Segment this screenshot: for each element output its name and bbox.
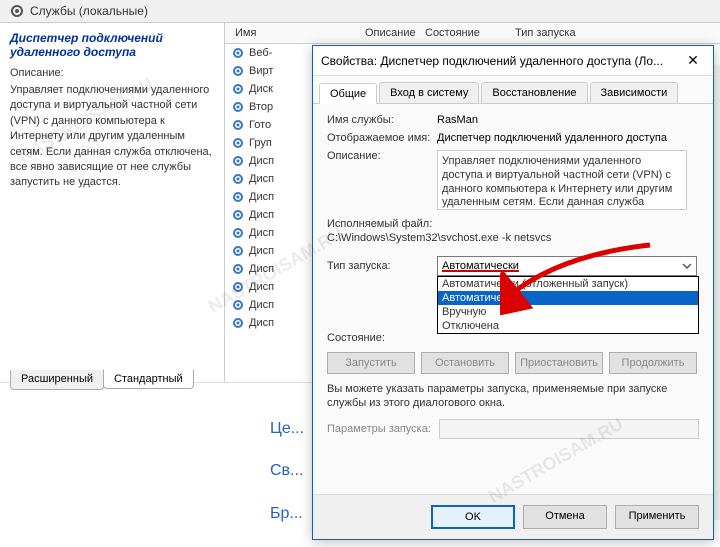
dialog-body: Имя службы: RasMan Отображаемое имя: Дис… (313, 104, 713, 449)
option-auto-delayed[interactable]: Автоматически (отложенный запуск) (438, 277, 698, 291)
gear-icon (231, 172, 245, 186)
service-name: Дисп (249, 173, 274, 185)
gear-icon (231, 82, 245, 96)
gear-icon (231, 190, 245, 204)
gear-icon (10, 4, 24, 18)
service-name: Дисп (249, 191, 274, 203)
startup-params-note: Вы можете указать параметры запуска, при… (327, 382, 699, 411)
service-name: Веб- (249, 47, 272, 59)
gear-icon (231, 136, 245, 150)
startup-dropdown-list[interactable]: Автоматически (отложенный запуск) Автома… (437, 276, 699, 334)
service-name: Вирт (249, 65, 273, 77)
header-title: Службы (локальные) (30, 4, 148, 18)
chevron-down-icon (682, 261, 692, 271)
description-label: Описание: (10, 67, 214, 79)
control-buttons: Запустить Остановить Приостановить Продо… (327, 352, 699, 374)
gear-icon (231, 46, 245, 60)
teaser-2[interactable]: Св... (270, 452, 304, 490)
selected-service-name: Диспетчер подключений удаленного доступа (10, 31, 214, 59)
service-name: Дисп (249, 299, 274, 311)
gear-icon (231, 226, 245, 240)
tab-standard[interactable]: Стандартный (103, 369, 194, 389)
gear-icon (231, 298, 245, 312)
label-startup-type: Тип запуска: (327, 260, 437, 272)
service-name: Дисп (249, 227, 274, 239)
ok-button[interactable]: OK (431, 505, 515, 529)
properties-dialog: Свойства: Диспетчер подключений удаленно… (312, 45, 714, 540)
service-name: Дисп (249, 281, 274, 293)
service-name: Втор (249, 101, 273, 113)
label-display-name: Отображаемое имя: (327, 132, 437, 144)
col-name[interactable]: Имя (225, 27, 325, 39)
label-description: Описание: (327, 150, 437, 162)
value-service-name: RasMan (437, 114, 699, 126)
label-start-params: Параметры запуска: (327, 423, 431, 435)
option-auto[interactable]: Автоматически (438, 291, 698, 305)
startup-selected: Автоматически (442, 260, 682, 272)
service-name: Дисп (249, 317, 274, 329)
teaser-3[interactable]: Бр... (270, 495, 304, 533)
tab-recovery[interactable]: Восстановление (481, 82, 587, 103)
gear-icon (231, 280, 245, 294)
service-name: Гото (249, 119, 271, 131)
label-executable: Исполняемый файл: (327, 218, 699, 230)
label-state: Состояние: (327, 332, 437, 344)
gear-icon (231, 154, 245, 168)
tab-logon[interactable]: Вход в систему (379, 82, 479, 103)
value-executable: C:\Windows\System32\svchost.exe -k netsv… (327, 232, 699, 244)
option-manual[interactable]: Вручную (438, 305, 698, 319)
tab-extended[interactable]: Расширенный (10, 370, 104, 390)
startup-type-dropdown[interactable]: Автоматически Автоматически (отложенный … (437, 256, 697, 276)
gear-icon (231, 316, 245, 330)
gear-icon (231, 262, 245, 276)
tab-dependencies[interactable]: Зависимости (590, 82, 679, 103)
service-name: Дисп (249, 155, 274, 167)
services-header: Службы (локальные) (0, 0, 720, 23)
cancel-button[interactable]: Отмена (523, 505, 607, 529)
gear-icon (231, 244, 245, 258)
service-name: Груп (249, 137, 272, 149)
service-details-pane: Диспетчер подключений удаленного доступа… (0, 23, 225, 382)
teaser-links: Це... Св... Бр... (270, 410, 304, 537)
gear-icon (231, 208, 245, 222)
close-icon[interactable]: ✕ (681, 52, 705, 69)
stop-button[interactable]: Остановить (421, 352, 509, 374)
gear-icon (231, 64, 245, 78)
col-desc[interactable]: Описание (325, 27, 425, 39)
col-state[interactable]: Состояние (425, 27, 515, 39)
value-display-name: Диспетчер подключений удаленного доступа (437, 132, 699, 144)
teaser-1[interactable]: Це... (270, 410, 304, 448)
column-headers[interactable]: Имя Описание Состояние Тип запуска (225, 23, 720, 44)
resume-button[interactable]: Продолжить (609, 352, 697, 374)
pause-button[interactable]: Приостановить (515, 352, 603, 374)
gear-icon (231, 118, 245, 132)
service-name: Диск (249, 83, 273, 95)
selected-service-description: Управляет подключениями удаленного досту… (10, 83, 214, 191)
dialog-footer: OK Отмена Применить (313, 494, 713, 539)
dialog-title: Свойства: Диспетчер подключений удаленно… (321, 54, 681, 68)
bottom-tabs: Расширенный Стандартный (10, 370, 193, 390)
service-name: Дисп (249, 263, 274, 275)
apply-button[interactable]: Применить (615, 505, 699, 529)
service-name: Дисп (249, 209, 274, 221)
tab-general[interactable]: Общие (319, 83, 377, 104)
option-disabled[interactable]: Отключена (438, 319, 698, 333)
label-service-name: Имя службы: (327, 114, 437, 126)
dialog-titlebar[interactable]: Свойства: Диспетчер подключений удаленно… (313, 46, 713, 76)
description-box[interactable]: Управляет подключениями удаленного досту… (437, 150, 687, 210)
col-start[interactable]: Тип запуска (515, 27, 605, 39)
dialog-tabs: Общие Вход в систему Восстановление Зави… (313, 76, 713, 104)
start-button[interactable]: Запустить (327, 352, 415, 374)
service-name: Дисп (249, 245, 274, 257)
gear-icon (231, 100, 245, 114)
start-params-input[interactable] (439, 419, 699, 439)
